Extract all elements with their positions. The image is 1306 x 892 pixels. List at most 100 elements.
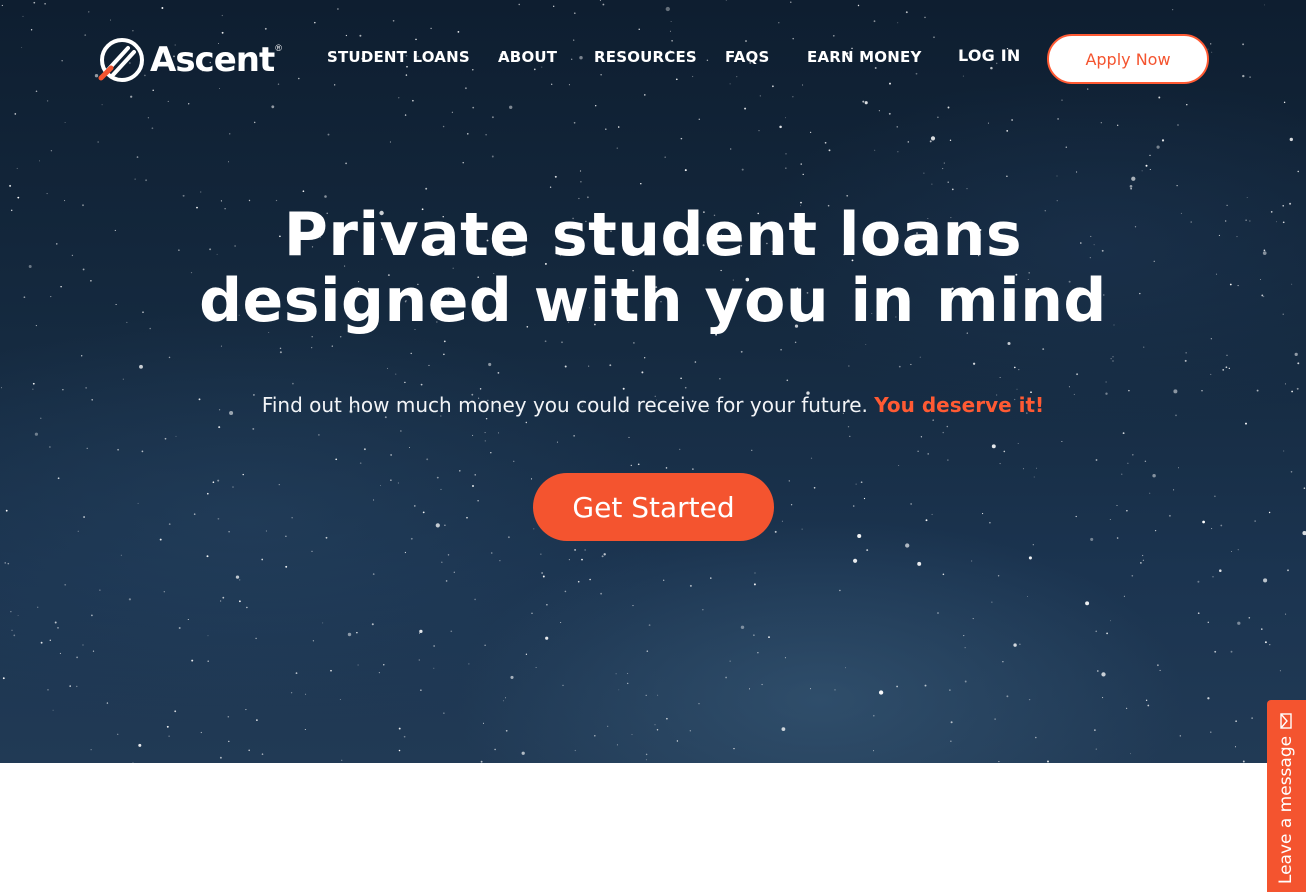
nav-item-resources[interactable]: RESOURCES	[594, 48, 697, 66]
ascent-logo-icon	[98, 38, 144, 82]
star	[664, 156, 667, 159]
star	[905, 543, 910, 548]
star	[152, 89, 154, 92]
nav-item-faqs[interactable]: FAQS	[725, 48, 770, 66]
star	[568, 84, 570, 86]
star	[648, 624, 651, 626]
star	[853, 558, 858, 563]
star	[530, 478, 533, 480]
star	[1116, 537, 1119, 539]
nav-item-student-loans[interactable]: STUDENT LOANS	[327, 48, 470, 66]
star	[1287, 569, 1289, 572]
star	[1284, 383, 1286, 385]
star	[809, 688, 812, 690]
star	[378, 672, 380, 674]
star	[174, 710, 177, 713]
star	[279, 347, 282, 350]
star	[462, 162, 464, 164]
star	[168, 356, 171, 359]
star	[290, 692, 293, 694]
star	[1157, 664, 1159, 667]
star	[1110, 620, 1111, 622]
star	[1131, 453, 1134, 456]
hero-subline-accent: You deserve it!	[874, 393, 1045, 417]
star	[1149, 154, 1151, 156]
star	[239, 600, 241, 603]
star	[472, 485, 474, 487]
star	[252, 427, 255, 430]
star	[541, 66, 543, 68]
star	[464, 87, 467, 90]
star	[971, 560, 973, 562]
star	[600, 74, 602, 76]
star	[397, 482, 399, 484]
star	[1003, 450, 1006, 453]
star	[428, 364, 430, 366]
star	[47, 689, 49, 691]
hero-headline-line-1: Private student loans	[283, 200, 1023, 270]
star	[1057, 117, 1060, 120]
star	[261, 558, 264, 561]
star	[404, 114, 407, 116]
nav-item-about[interactable]: ABOUT	[498, 48, 557, 66]
ascent-logo[interactable]: Ascent ®	[98, 36, 282, 84]
star	[616, 744, 618, 746]
star	[472, 106, 475, 109]
star	[200, 731, 202, 734]
star	[866, 549, 869, 552]
nav-item-log-in[interactable]: LOG IN	[958, 46, 1020, 65]
star	[248, 749, 250, 752]
star	[779, 125, 782, 129]
apply-now-button[interactable]: Apply Now	[1047, 34, 1209, 84]
star	[609, 364, 612, 367]
star	[54, 621, 57, 624]
star	[242, 473, 244, 476]
star	[357, 664, 359, 666]
star	[1228, 367, 1230, 370]
star	[702, 609, 704, 611]
star	[443, 712, 445, 714]
star	[50, 150, 53, 152]
star	[1185, 352, 1187, 354]
star	[5, 509, 8, 512]
star	[785, 117, 786, 119]
star	[794, 341, 797, 344]
star	[1125, 707, 1128, 710]
star	[1297, 362, 1300, 365]
star	[1264, 641, 1267, 644]
star	[863, 497, 866, 500]
star	[628, 436, 630, 438]
star	[919, 356, 921, 358]
star	[371, 623, 374, 626]
star	[457, 31, 460, 33]
hero-headline: Private student loans designed with you …	[0, 202, 1306, 334]
star	[217, 479, 220, 482]
star	[753, 634, 755, 636]
star	[1102, 697, 1104, 699]
star	[373, 499, 375, 501]
get-started-button[interactable]: Get Started	[533, 473, 774, 541]
star	[580, 180, 582, 183]
star	[178, 627, 181, 629]
star	[265, 530, 267, 532]
star	[147, 117, 150, 119]
star	[1094, 729, 1096, 731]
nav-item-earn-money[interactable]: EARN MONEY	[807, 48, 922, 66]
star	[1249, 76, 1251, 78]
star	[130, 95, 133, 98]
star	[665, 6, 670, 12]
star	[587, 196, 589, 199]
star	[109, 19, 112, 21]
star	[314, 21, 316, 24]
star	[420, 383, 423, 386]
star	[1283, 101, 1286, 104]
star	[584, 549, 586, 551]
star	[239, 579, 241, 581]
star	[101, 104, 103, 106]
star	[1106, 632, 1108, 635]
star	[339, 336, 342, 338]
star	[594, 734, 596, 737]
star	[1248, 617, 1251, 619]
star	[34, 432, 38, 436]
leave-message-tab[interactable]: Leave a message	[1267, 700, 1306, 892]
